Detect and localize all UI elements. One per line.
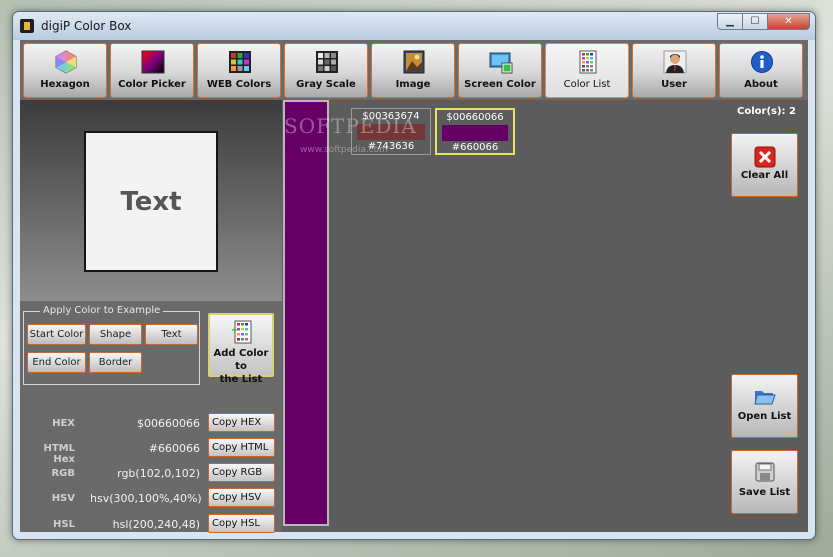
tab-label: Image <box>395 79 431 90</box>
web-colors-icon <box>229 51 251 73</box>
apply-color-group: Apply Color to Example Start Color Shape… <box>23 305 200 385</box>
minimize-button[interactable]: ▁ <box>717 13 743 30</box>
group-title: Apply Color to Example <box>40 305 164 316</box>
text-button[interactable]: Text <box>145 324 198 345</box>
main-toolbar: Hexagon Color Picker WEB Colors Gray Sca… <box>20 40 808 100</box>
hsv-label: HSV <box>51 493 75 504</box>
html-hex-label: HTML Hex <box>43 443 75 465</box>
tab-label: WEB Colors <box>206 79 272 90</box>
color-picker-icon <box>141 50 165 74</box>
add-color-to-list-button[interactable]: + Add Color to the List <box>208 313 274 385</box>
maximize-button[interactable]: ☐ <box>742 13 768 30</box>
folder-open-icon <box>754 391 776 405</box>
color-item-hex: $00660066 <box>446 112 504 123</box>
screen-color-icon <box>489 52 513 74</box>
save-icon <box>755 462 775 482</box>
tab-hexagon[interactable]: Hexagon <box>23 43 107 98</box>
copy-hex-button[interactable]: Copy HEX <box>208 413 275 432</box>
color-list-icon <box>579 50 597 74</box>
preview-text: Text <box>120 186 182 217</box>
rgb-value: rgb(102,0,102) <box>117 467 200 480</box>
tab-label: Hexagon <box>40 79 90 90</box>
start-color-button[interactable]: Start Color <box>27 324 86 345</box>
tab-web-colors[interactable]: WEB Colors <box>197 43 281 98</box>
add-label-line1: Add Color to <box>213 348 269 372</box>
copy-rgb-button[interactable]: Copy RGB <box>208 463 275 482</box>
svg-text:+: + <box>231 326 239 336</box>
tab-label: Color List <box>563 79 611 90</box>
info-icon <box>751 51 773 73</box>
close-button[interactable]: ✕ <box>767 13 810 30</box>
save-list-label: Save List <box>738 487 791 498</box>
hex-label: HEX <box>52 418 75 429</box>
tab-label: Screen Color <box>464 79 536 90</box>
open-list-button[interactable]: Open List <box>731 374 798 438</box>
color-count: Color(s): 2 <box>737 106 796 117</box>
user-icon <box>663 50 687 74</box>
end-color-button[interactable]: End Color <box>27 352 86 373</box>
save-list-button[interactable]: Save List <box>731 450 798 514</box>
color-list-area: $00363674 #743636 $00660066 #660066 Colo… <box>330 100 808 532</box>
rgb-label: RGB <box>51 468 75 479</box>
add-button-label: Add Color to the List <box>210 347 272 386</box>
window-title: digiP Color Box <box>41 19 132 33</box>
tab-user[interactable]: User <box>632 43 716 98</box>
softpedia-watermark-url: www.softpedia.com <box>300 145 388 155</box>
tab-image[interactable]: Image <box>371 43 455 98</box>
tab-label: User <box>661 79 687 90</box>
tab-label: About <box>744 79 778 90</box>
copy-hsl-button[interactable]: Copy HSL <box>208 514 275 533</box>
clear-all-button[interactable]: Clear All <box>731 133 798 197</box>
add-label-line2: the List <box>219 374 263 385</box>
example-preview: Text <box>84 131 218 272</box>
clear-icon <box>754 146 776 168</box>
hsv-value: hsv(300,100%,40%) <box>90 492 202 505</box>
hexagon-icon <box>55 50 77 74</box>
color-info-panel: Apply Color to Example Start Color Shape… <box>20 301 282 533</box>
clear-all-label: Clear All <box>740 170 789 181</box>
tab-screen-color[interactable]: Screen Color <box>458 43 542 98</box>
tab-gray-scale[interactable]: Gray Scale <box>284 43 368 98</box>
app-window: digiP Color Box ▁ ☐ ✕ Hexagon Color Pick… <box>12 11 816 540</box>
app-logo-icon <box>20 19 34 33</box>
open-list-label: Open List <box>737 411 792 422</box>
tab-label: Color Picker <box>118 79 186 90</box>
color-item-swatch <box>442 125 508 141</box>
add-list-icon: + <box>231 320 252 344</box>
shape-button[interactable]: Shape <box>89 324 142 345</box>
image-icon <box>403 50 425 74</box>
hex-value: $00660066 <box>137 417 200 430</box>
current-color-swatch <box>283 100 329 526</box>
hsl-value: hsl(200,240,48) <box>112 518 200 531</box>
html-hex-value: #660066 <box>148 442 200 455</box>
softpedia-watermark: SOFTPEDIA <box>284 114 417 138</box>
title-bar[interactable]: digiP Color Box ▁ ☐ ✕ <box>13 12 815 40</box>
window-controls: ▁ ☐ ✕ <box>717 13 810 30</box>
copy-html-button[interactable]: Copy HTML <box>208 438 275 457</box>
preview-panel: Text <box>20 100 282 301</box>
tab-label: Gray Scale <box>296 79 356 90</box>
tab-color-list[interactable]: Color List <box>545 43 629 98</box>
border-button[interactable]: Border <box>89 352 142 373</box>
color-list-item[interactable]: $00660066 #660066 <box>435 108 515 155</box>
tab-color-picker[interactable]: Color Picker <box>110 43 194 98</box>
hsl-label: HSL <box>53 519 75 530</box>
tab-about[interactable]: About <box>719 43 803 98</box>
gray-scale-icon <box>316 51 338 73</box>
color-item-html: #660066 <box>451 142 499 153</box>
copy-hsv-button[interactable]: Copy HSV <box>208 488 275 507</box>
